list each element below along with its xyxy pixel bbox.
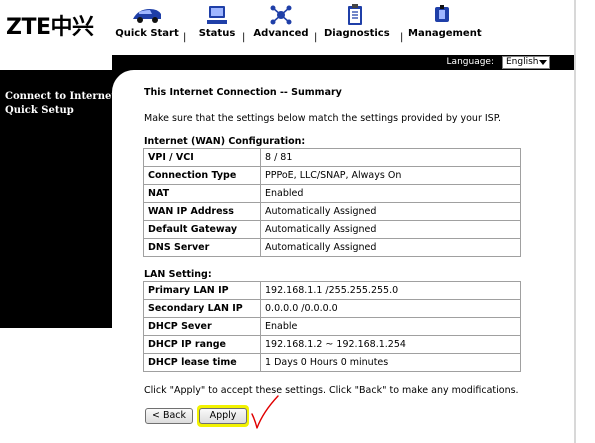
nav-advanced[interactable]: Advanced <box>252 4 310 48</box>
nav-management[interactable]: Management <box>408 4 482 48</box>
sidebar-item-quick-setup[interactable]: Quick Setup <box>5 104 74 117</box>
nav-label: Quick Start <box>115 28 179 39</box>
nav-quick-start[interactable]: Quick Start <box>112 4 182 48</box>
row-key: WAN IP Address <box>143 202 261 221</box>
row-value: 192.168.1.2 ~ 192.168.1.254 <box>260 335 521 354</box>
language-select[interactable]: English <box>502 56 550 69</box>
table-row: Secondary LAN IP 0.0.0.0 /0.0.0.0 <box>143 299 521 318</box>
wan-config-table: VPI / VCI 8 / 81 Connection Type PPPoE, … <box>143 148 521 257</box>
page: ZTE中兴 Quick Start | Status | Advanced | … <box>0 0 595 443</box>
row-key: VPI / VCI <box>143 148 261 167</box>
row-key: Default Gateway <box>143 220 261 239</box>
lan-config-table: Primary LAN IP 192.168.1.1 /255.255.255.… <box>143 281 521 372</box>
nav-label: Status <box>198 28 236 39</box>
nav-label: Management <box>408 28 482 39</box>
row-key: DNS Server <box>143 238 261 257</box>
nav-status[interactable]: Status <box>194 4 240 48</box>
row-key: DHCP IP range <box>143 335 261 354</box>
clipboard-icon <box>348 4 362 25</box>
nav-label: Advanced <box>253 28 309 39</box>
row-key: Secondary LAN IP <box>143 299 261 318</box>
sidebar: Connect to Internet Quick Setup <box>0 70 116 328</box>
lan-heading: LAN Setting: <box>144 269 212 280</box>
table-row: Primary LAN IP 192.168.1.1 /255.255.255.… <box>143 281 521 300</box>
row-value: 0.0.0.0 /0.0.0.0 <box>260 299 521 318</box>
table-row: DHCP lease time 1 Days 0 Hours 0 minutes <box>143 353 521 372</box>
nav-diagnostics[interactable]: Diagnostics <box>324 4 390 48</box>
nav-separator: | <box>242 32 246 43</box>
sidebar-corner <box>112 70 134 92</box>
row-value: PPPoE, LLC/SNAP, Always On <box>260 166 521 185</box>
table-row: VPI / VCI 8 / 81 <box>143 148 521 167</box>
checkmark-icon <box>251 395 279 429</box>
zte-logo: ZTE中兴 <box>6 15 94 40</box>
nav-separator: | <box>314 32 318 43</box>
car-icon <box>133 9 161 23</box>
language-bar: Language: English <box>112 55 574 70</box>
row-value: Automatically Assigned <box>260 238 521 257</box>
table-row: DNS Server Automatically Assigned <box>143 238 521 257</box>
row-value: Automatically Assigned <box>260 202 521 221</box>
apply-button[interactable]: Apply <box>199 408 247 424</box>
nav-separator: | <box>400 32 404 43</box>
back-button[interactable]: < Back <box>145 408 193 424</box>
table-row: Connection Type PPPoE, LLC/SNAP, Always … <box>143 166 521 185</box>
network-icon <box>270 5 292 25</box>
table-row: NAT Enabled <box>143 184 521 203</box>
row-value: 192.168.1.1 /255.255.255.0 <box>260 281 521 300</box>
table-row: DHCP Sever Enable <box>143 317 521 336</box>
language-value: English <box>506 57 539 67</box>
row-key: DHCP Sever <box>143 317 261 336</box>
tools-icon <box>435 5 449 22</box>
row-value: 1 Days 0 Hours 0 minutes <box>260 353 521 372</box>
row-value: Enable <box>260 317 521 336</box>
row-value: Automatically Assigned <box>260 220 521 239</box>
nav-separator: | <box>183 32 187 43</box>
right-divider <box>574 0 576 443</box>
table-row: DHCP IP range 192.168.1.2 ~ 192.168.1.25… <box>143 335 521 354</box>
page-title: This Internet Connection -- Summary <box>144 87 342 98</box>
row-value: 8 / 81 <box>260 148 521 167</box>
chevron-down-icon <box>539 60 547 65</box>
footer-note: Click "Apply" to accept these settings. … <box>144 385 519 396</box>
nav-label: Diagnostics <box>324 28 390 39</box>
row-key: NAT <box>143 184 261 203</box>
sidebar-item-connect-to-internet[interactable]: Connect to Internet <box>5 90 116 103</box>
intro-text: Make sure that the settings below match … <box>144 113 501 124</box>
row-key: Connection Type <box>143 166 261 185</box>
row-key: Primary LAN IP <box>143 281 261 300</box>
table-row: WAN IP Address Automatically Assigned <box>143 202 521 221</box>
row-key: DHCP lease time <box>143 353 261 372</box>
wan-heading: Internet (WAN) Configuration: <box>144 136 306 147</box>
table-row: Default Gateway Automatically Assigned <box>143 220 521 239</box>
monitor-icon <box>207 6 227 24</box>
language-label: Language: <box>446 57 494 67</box>
row-value: Enabled <box>260 184 521 203</box>
